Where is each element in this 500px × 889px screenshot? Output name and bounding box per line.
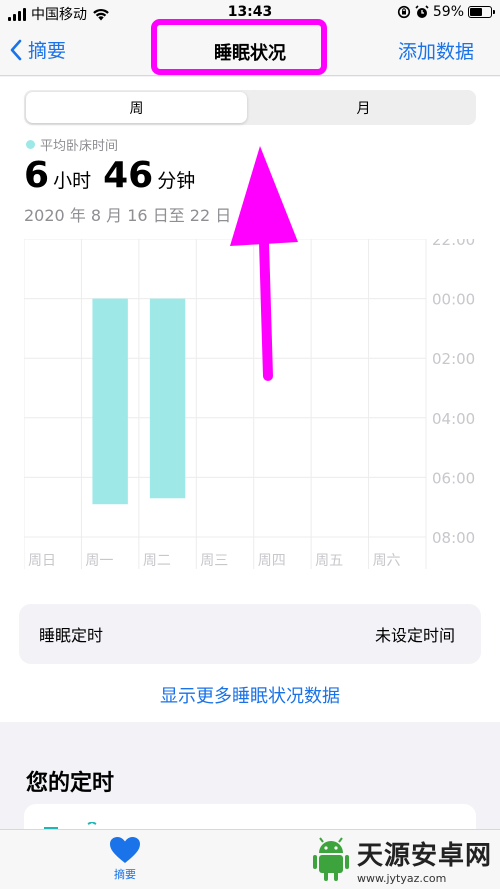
sleep-chart-svg: 22:00 00:00 02:00 04:00 06:00 08:00 周日 周一 周二 周三 周四… — [24, 239, 475, 569]
y-tick-label: 22:00 — [432, 239, 475, 249]
sleep-bar — [92, 298, 128, 505]
y-tick-label: 02:00 — [432, 350, 475, 368]
heart-icon — [110, 837, 140, 863]
legend: 平均卧床时间 — [26, 135, 118, 154]
sleep-schedule-row[interactable]: 睡眠定时 未设定时间 — [19, 604, 481, 664]
period-segmented-control: 周 月 — [24, 90, 476, 125]
y-tick-label: 04:00 — [432, 410, 475, 428]
sleep-analysis-card: 周 月 平均卧床时间 6 小时 46 分钟 2020 年 8 月 16 日至 2… — [0, 77, 500, 722]
legend-dot — [26, 140, 35, 149]
tab-summary-label: 摘要 — [114, 868, 136, 881]
tab-bar: 摘要 天源安卓网 www.jytyaz.com — [0, 829, 500, 889]
sleep-chart: 22:00 00:00 02:00 04:00 06:00 08:00 周日 周一 周二 周三 周四… — [24, 239, 500, 574]
segment-month[interactable]: 月 — [253, 92, 474, 123]
minutes-value: 46 — [103, 155, 154, 196]
x-tick-label: 周一 — [85, 553, 113, 569]
watermark: 天源安卓网 www.jytyaz.com — [311, 835, 492, 885]
x-tick-label: 周日 — [28, 553, 56, 569]
title-annotation-box — [151, 19, 327, 75]
watermark-sub: www.jytyaz.com — [356, 872, 447, 885]
sleep-bar — [149, 298, 186, 499]
minutes-unit: 分钟 — [157, 170, 196, 192]
watermark-text: 天源安卓网 www.jytyaz.com — [357, 835, 492, 885]
legend-label: 平均卧床时间 — [40, 139, 119, 154]
tab-summary[interactable]: 摘要 — [100, 836, 150, 882]
average-time-in-bed: 6 小时 46 分钟 — [24, 155, 195, 196]
y-tick-label: 00:00 — [432, 291, 475, 309]
hours-value: 6 — [24, 155, 50, 196]
y-tick-label: 08:00 — [432, 529, 475, 547]
x-tick-label: 周二 — [143, 553, 171, 569]
y-tick-label: 06:00 — [432, 469, 475, 487]
alarm-icon — [415, 5, 429, 18]
android-logo-icon — [312, 837, 349, 881]
hours-unit: 小时 — [53, 170, 92, 192]
battery-percent: 59% — [432, 4, 464, 20]
screen: 中国移动 13:43 59% 摘要 睡眠状况 添加数据 周 月 平均卧床时间 6… — [0, 0, 500, 889]
add-data-button[interactable]: 添加数据 — [398, 37, 474, 64]
date-range: 2020 年 8 月 16 日至 22 日 — [24, 206, 232, 225]
x-tick-label: 周三 — [200, 553, 228, 569]
watermark-main: 天源安卓网 — [356, 841, 492, 871]
battery-icon — [468, 6, 495, 18]
sleep-schedule-value: 未设定时间 — [374, 626, 455, 645]
segment-week[interactable]: 周 — [26, 92, 247, 123]
x-tick-label: 周六 — [373, 553, 401, 569]
battery-level — [470, 8, 482, 16]
status-right: 59% — [397, 4, 495, 20]
show-more-link[interactable]: 显示更多睡眠状况数据 — [0, 682, 500, 708]
section-title: 您的定时 — [26, 771, 115, 796]
rotation-lock-icon — [397, 5, 410, 19]
sleep-schedule-label: 睡眠定时 — [39, 626, 104, 645]
x-tick-label: 周四 — [258, 553, 286, 569]
x-tick-label: 周五 — [315, 553, 343, 569]
